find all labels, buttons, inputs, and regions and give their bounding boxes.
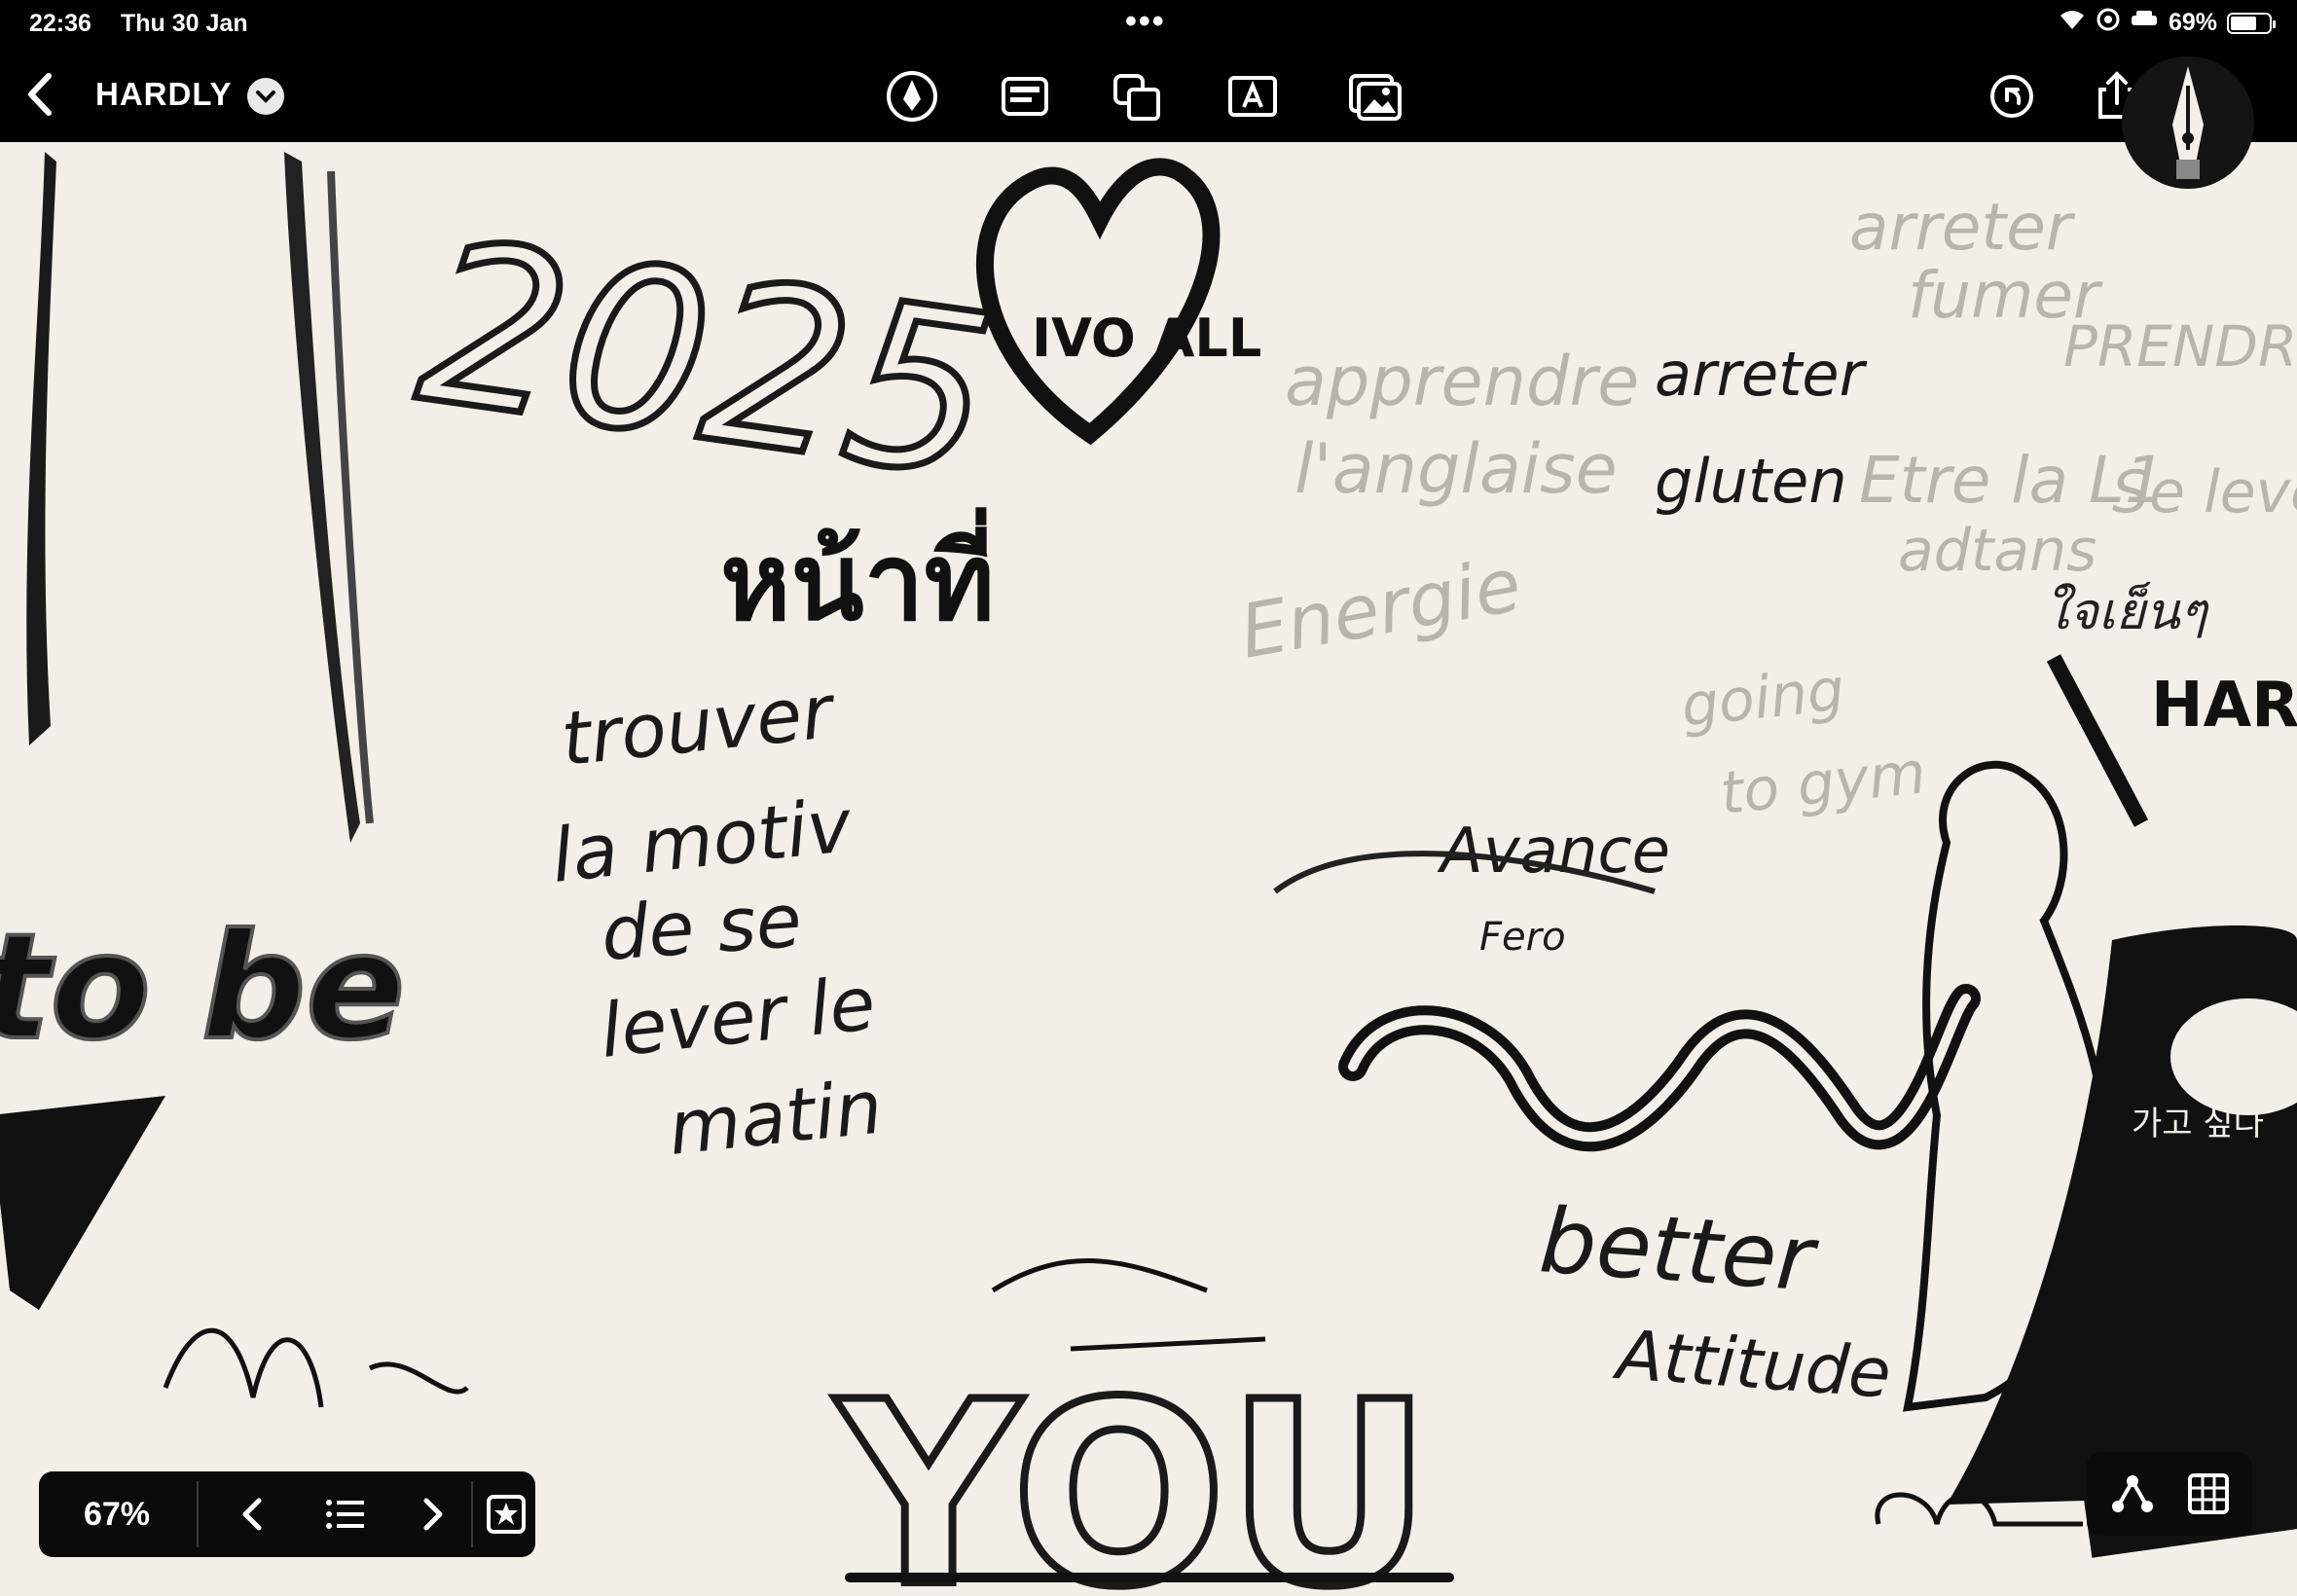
heart-drawing — [976, 158, 1221, 446]
etre-line: Etre la L1 — [1859, 443, 2166, 518]
better-line: Attitude — [1611, 1315, 1894, 1414]
shapes-button[interactable] — [1112, 70, 1164, 123]
image-button[interactable] — [1347, 70, 1402, 123]
arreter-fumer-line: arreter — [1849, 190, 2076, 265]
brush-stroke — [26, 152, 56, 745]
drawing-canvas[interactable]: 2025 IVO ALL หน้าที่ trouver la motiv de… — [0, 142, 2297, 1596]
status-date: Thu 30 Jan — [121, 10, 248, 37]
document-title[interactable]: HARDLY — [95, 76, 232, 113]
motivation-line: la motiv — [548, 781, 857, 899]
pen-nib-icon — [887, 71, 937, 122]
fero-word: Fero — [1479, 915, 1566, 960]
previous-page-button[interactable] — [230, 1491, 276, 1538]
sticker-button[interactable] — [999, 70, 1051, 123]
scribble — [163, 1327, 469, 1408]
etre-line: adtans — [1898, 517, 2096, 585]
title-menu-button[interactable] — [247, 78, 284, 115]
undo-icon — [1990, 75, 2033, 118]
car-icon — [2130, 8, 2159, 38]
gym-line: going — [1678, 656, 1847, 741]
motivation-line: matin — [665, 1063, 887, 1171]
status-bar: 22:36 Thu 30 Jan ••• 69% — [0, 0, 2297, 47]
divider — [197, 1481, 199, 1547]
page-navigation-bar: 67% — [39, 1471, 535, 1557]
bookmark-button[interactable] — [483, 1491, 529, 1538]
thai-small: ใจเย็นๆ — [2044, 581, 2209, 641]
scribble — [991, 1258, 1208, 1293]
chevron-down-icon — [256, 91, 275, 103]
layers-button[interactable] — [2108, 1469, 2157, 1518]
next-page-button[interactable] — [409, 1491, 456, 1538]
network-icon — [2112, 1475, 2153, 1512]
better-line: better — [1536, 1188, 1822, 1312]
shapes-icon — [1113, 74, 1160, 121]
motivation-line: trouver — [558, 668, 841, 782]
multitasking-dots[interactable]: ••• — [1125, 3, 1166, 41]
lion-artwork: HARD 가고 싶다 — [1902, 654, 2297, 1558]
korean-text: 가고 싶다 — [2132, 1105, 2264, 1143]
brush-stroke — [0, 1096, 165, 1310]
page-list-button[interactable] — [321, 1491, 368, 1538]
back-button[interactable] — [19, 68, 68, 121]
apprendre-line: apprendre — [1285, 342, 1639, 421]
chevron-left-icon — [28, 73, 52, 116]
arreter-line: gluten — [1655, 446, 1847, 517]
pen-tools-button[interactable] — [886, 70, 938, 123]
arreter-fumer-line: fumer — [1908, 258, 2103, 333]
battery-icon — [2227, 12, 2276, 34]
to-be-text: to be — [0, 903, 405, 1072]
bottom-you-text: YOU — [833, 1349, 1432, 1596]
battery-percent: 69% — [2168, 9, 2217, 36]
canvas-year-2025: 2025 — [407, 193, 1007, 529]
motivation-line: lever le — [597, 960, 880, 1074]
chevron-right-icon — [423, 1498, 443, 1531]
status-indicators: 69% — [2058, 8, 2276, 38]
motivation-line: de se — [599, 877, 804, 977]
status-time: 22:36 — [29, 10, 91, 37]
sticker-icon — [1002, 77, 1048, 116]
canvas-options-bar — [2087, 1452, 2252, 1536]
avance-word: Avance — [1437, 816, 1670, 888]
energie-word: Energie — [1234, 541, 1527, 675]
chevron-left-icon — [242, 1498, 262, 1531]
arreter-line: arreter — [1655, 339, 1868, 410]
location-icon — [2096, 8, 2120, 38]
home-indicator[interactable] — [845, 1573, 1454, 1582]
list-icon — [326, 1500, 364, 1529]
apprendre-line: l'anglaise — [1294, 429, 1618, 509]
scribble — [1070, 1336, 1266, 1352]
text-box-button[interactable] — [1226, 70, 1279, 123]
heart-text: IVO ALL — [1032, 308, 1261, 369]
undo-button[interactable] — [1986, 70, 2038, 123]
divider — [471, 1481, 473, 1547]
wifi-icon — [2058, 8, 2087, 38]
hardly-sign: HARD — [2151, 670, 2297, 742]
grid-button[interactable] — [2184, 1469, 2233, 1518]
motivation-note: trouver la motiv de se lever le matin — [548, 668, 887, 1172]
gym-line: to gym — [1717, 739, 1929, 828]
text-box-icon — [1228, 76, 1277, 117]
grid-icon — [2188, 1473, 2229, 1514]
thai-word: หน้าที่ — [720, 507, 995, 644]
image-icon — [1349, 74, 1402, 121]
top-toolbar: HARDLY — [0, 47, 2297, 142]
zoom-level-button[interactable]: 67% — [39, 1471, 195, 1557]
battery-fill — [2231, 16, 2256, 30]
bookmark-star-icon — [487, 1495, 526, 1534]
